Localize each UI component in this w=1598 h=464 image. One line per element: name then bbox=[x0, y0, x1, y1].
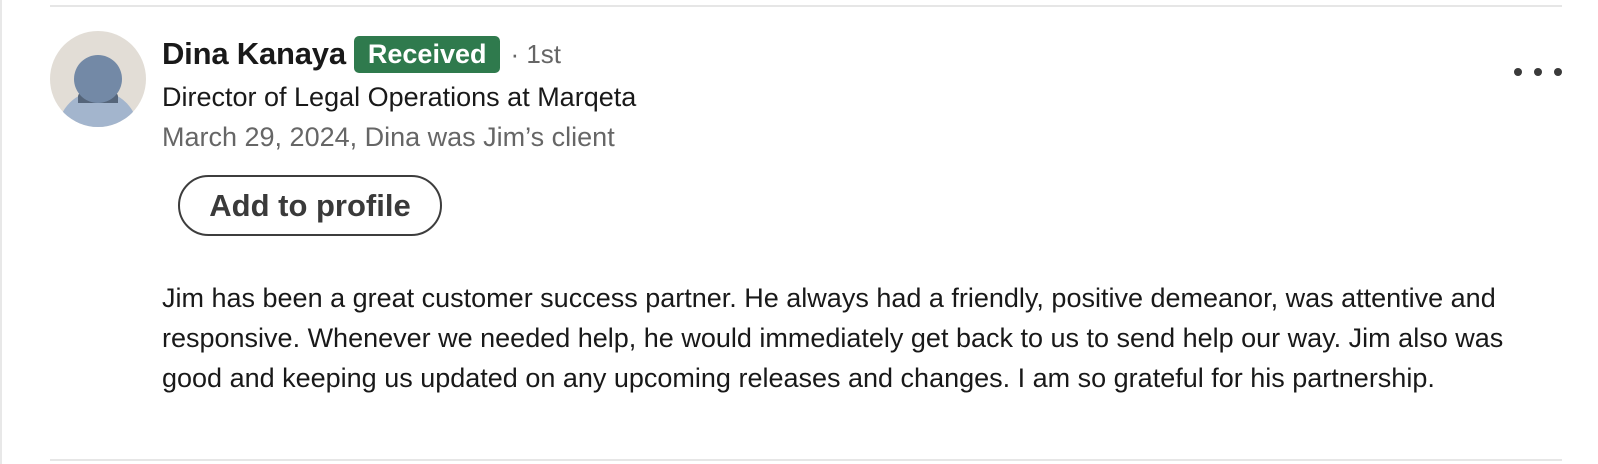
author-headline: Director of Legal Operations at Marqeta bbox=[162, 82, 637, 112]
author-name-row: Dina Kanaya Received · 1st bbox=[162, 34, 561, 74]
connection-degree: · 1st bbox=[510, 38, 562, 69]
bottom-divider bbox=[50, 459, 1562, 461]
more-dot bbox=[1534, 68, 1542, 76]
panel-left-border bbox=[0, 0, 2, 464]
author-name[interactable]: Dina Kanaya bbox=[162, 36, 346, 72]
author-avatar[interactable] bbox=[50, 31, 146, 127]
more-options-icon[interactable] bbox=[1514, 58, 1562, 86]
avatar-head bbox=[74, 55, 122, 103]
received-status-badge: Received bbox=[353, 35, 501, 73]
top-divider bbox=[50, 5, 1562, 7]
add-to-profile-button[interactable]: Add to profile bbox=[178, 175, 442, 236]
more-dot bbox=[1554, 68, 1562, 76]
recommendation-text: Jim has been a great customer success pa… bbox=[162, 283, 1504, 393]
more-dot bbox=[1514, 68, 1522, 76]
relationship-info: March 29, 2024, Dina was Jim’s client bbox=[162, 122, 615, 152]
